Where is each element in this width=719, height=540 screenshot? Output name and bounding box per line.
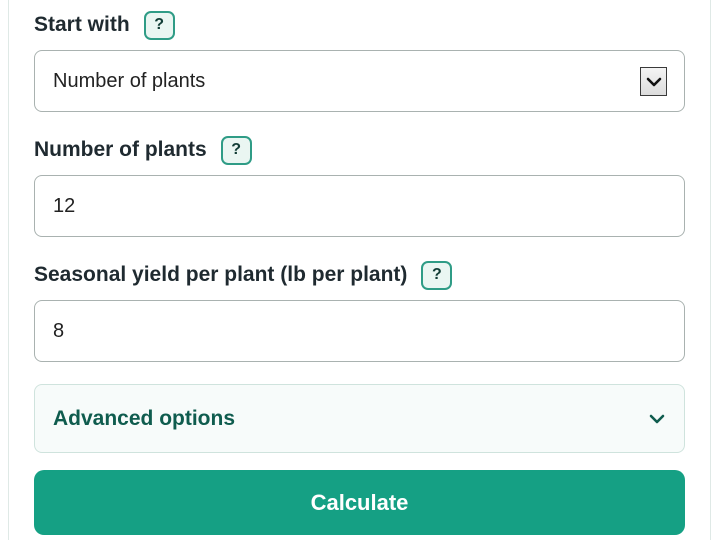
start-with-label-row: Start with ? (34, 0, 685, 50)
number-of-plants-input[interactable]: 12 (34, 175, 685, 237)
start-with-select[interactable]: Number of plants (34, 50, 685, 112)
seasonal-yield-help-button[interactable]: ? (421, 260, 453, 290)
seasonal-yield-value: 8 (53, 319, 65, 342)
number-of-plants-help-button[interactable]: ? (220, 135, 252, 165)
start-with-label: Start with (34, 13, 130, 36)
seasonal-yield-input[interactable]: 8 (34, 300, 685, 362)
start-with-help-button[interactable]: ? (143, 10, 175, 40)
chevron-down-icon (649, 414, 665, 423)
advanced-options-toggle[interactable]: Advanced options (34, 384, 685, 453)
container-left-border (8, 0, 9, 540)
calculator-form: Start with ? Number of plants Number of … (34, 0, 685, 535)
start-with-selected-value: Number of plants (53, 69, 206, 92)
chevron-down-icon (646, 77, 661, 86)
advanced-options-label: Advanced options (53, 406, 236, 430)
number-of-plants-value: 12 (53, 194, 76, 217)
dropdown-arrow-icon[interactable] (640, 67, 667, 96)
container-right-border (710, 0, 711, 540)
seasonal-yield-label: Seasonal yield per plant (lb per plant) (34, 263, 408, 286)
number-of-plants-label: Number of plants (34, 138, 207, 161)
number-of-plants-label-row: Number of plants ? (34, 125, 685, 175)
calculator-page: Start with ? Number of plants Number of … (0, 0, 719, 540)
calculate-button[interactable]: Calculate (34, 470, 685, 535)
seasonal-yield-label-row: Seasonal yield per plant (lb per plant) … (34, 250, 685, 300)
